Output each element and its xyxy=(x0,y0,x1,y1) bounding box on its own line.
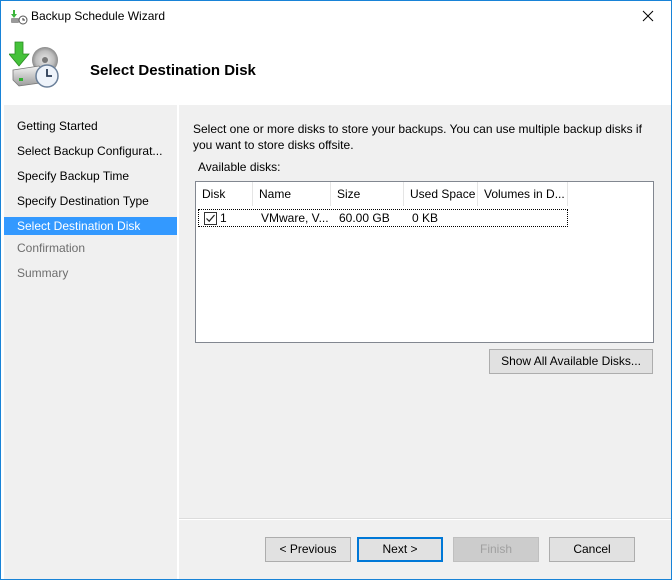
wizard-footer: < Previous Next > Finish Cancel xyxy=(179,520,671,579)
column-header-name[interactable]: Name xyxy=(253,182,331,206)
sidebar-item-specify-destination-type[interactable]: Specify Destination Type xyxy=(4,192,177,210)
page-title: Select Destination Disk xyxy=(90,62,256,79)
checkmark-icon xyxy=(206,214,215,223)
cell-size: 60.00 GB xyxy=(339,211,390,225)
available-disks-list[interactable]: Disk Name Size Used Space Volumes in D..… xyxy=(195,181,654,343)
column-header-used-space[interactable]: Used Space xyxy=(404,182,478,206)
sidebar-item-summary: Summary xyxy=(17,266,69,280)
sidebar-item-confirmation: Confirmation xyxy=(17,241,86,255)
column-header-disk[interactable]: Disk xyxy=(196,182,253,206)
table-row[interactable]: 1 VMware, V... 60.00 GB 0 KB xyxy=(198,209,568,227)
sidebar-item-getting-started[interactable]: Getting Started xyxy=(4,117,177,135)
instructions-text: Select one or more disks to store your b… xyxy=(193,122,642,152)
column-header-volumes[interactable]: Volumes in D... xyxy=(478,182,568,206)
list-header: Disk Name Size Used Space Volumes in D..… xyxy=(196,182,568,206)
wizard-content: Select one or more disks to store your b… xyxy=(179,105,671,518)
next-button[interactable]: Next > xyxy=(357,537,443,562)
previous-button[interactable]: < Previous xyxy=(265,537,351,562)
cell-name: VMware, V... xyxy=(261,211,329,225)
disk-checkbox[interactable] xyxy=(204,212,217,225)
window-title: Backup Schedule Wizard xyxy=(31,9,166,23)
close-icon xyxy=(642,10,654,22)
title-bar: Backup Schedule Wizard xyxy=(1,1,671,32)
available-disks-label: Available disks: xyxy=(198,160,281,174)
wizard-header: Select Destination Disk xyxy=(1,32,671,104)
cell-volumes xyxy=(480,210,567,226)
sidebar-item-select-destination-disk[interactable]: Select Destination Disk xyxy=(4,217,177,235)
column-header-size[interactable]: Size xyxy=(331,182,404,206)
cell-used-space: 0 KB xyxy=(412,211,439,225)
wizard-steps-sidebar: Getting Started Select Backup Configurat… xyxy=(4,105,177,579)
backup-wizard-icon xyxy=(10,9,28,25)
sidebar-item-specify-backup-time[interactable]: Specify Backup Time xyxy=(4,167,177,185)
backup-disk-clock-icon xyxy=(8,40,61,92)
sidebar-item-select-backup-configuration[interactable]: Select Backup Configurat... xyxy=(4,142,177,160)
cancel-button[interactable]: Cancel xyxy=(549,537,635,562)
show-all-available-disks-button[interactable]: Show All Available Disks... xyxy=(489,349,653,374)
close-button[interactable] xyxy=(625,1,671,31)
backup-schedule-wizard-window: Backup Schedule Wizard Select Destinatio… xyxy=(0,0,672,580)
finish-button: Finish xyxy=(453,537,539,562)
